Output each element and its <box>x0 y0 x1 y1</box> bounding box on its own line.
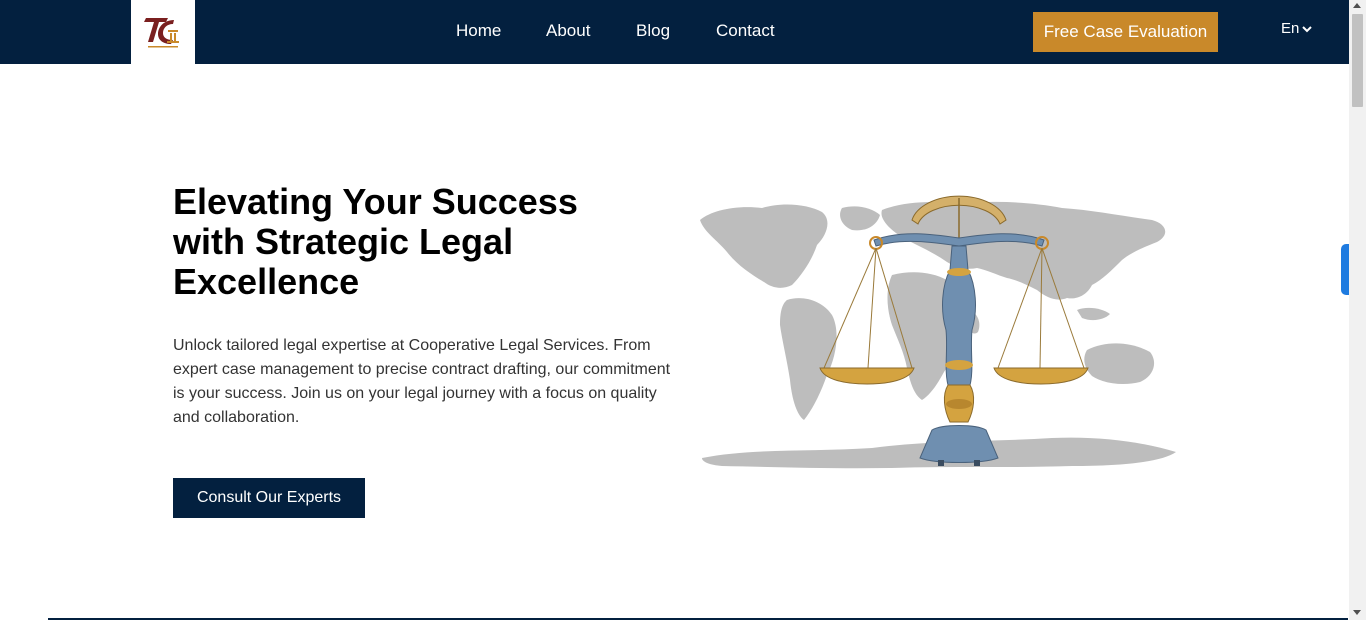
hero-description: Unlock tailored legal expertise at Coope… <box>173 337 671 426</box>
hero-title: Elevating Your Success with Strategic Le… <box>173 182 633 302</box>
logo-icon <box>144 18 179 48</box>
scroll-down-arrow-icon[interactable] <box>1353 610 1361 615</box>
consult-experts-button[interactable]: Consult Our Experts <box>173 478 365 518</box>
hero-title-line-2: with Strategic Legal <box>173 221 514 262</box>
hero-title-line-1: Elevating Your Success <box>173 181 578 222</box>
nav-link-contact[interactable]: Contact <box>716 20 775 42</box>
page-scrollbar[interactable] <box>1349 0 1366 620</box>
justice-scale-world-map-image <box>700 195 1176 469</box>
chevron-down-icon <box>1302 25 1313 32</box>
nav-link-blog[interactable]: Blog <box>636 20 670 42</box>
language-label: En <box>1281 20 1300 37</box>
hero-title-line-3: Excellence <box>173 261 360 302</box>
side-feedback-tab[interactable] <box>1341 244 1349 295</box>
site-logo[interactable] <box>131 0 195 64</box>
scroll-up-arrow-icon[interactable] <box>1353 3 1361 8</box>
free-case-evaluation-button[interactable]: Free Case Evaluation <box>1033 12 1218 52</box>
navbar: Home About Blog Contact Free Case Evalua… <box>0 0 1349 64</box>
nav-link-about[interactable]: About <box>546 20 590 42</box>
nav-link-home[interactable]: Home <box>456 20 501 42</box>
scrollbar-thumb[interactable] <box>1352 14 1363 107</box>
language-selector[interactable]: En <box>1281 20 1313 37</box>
